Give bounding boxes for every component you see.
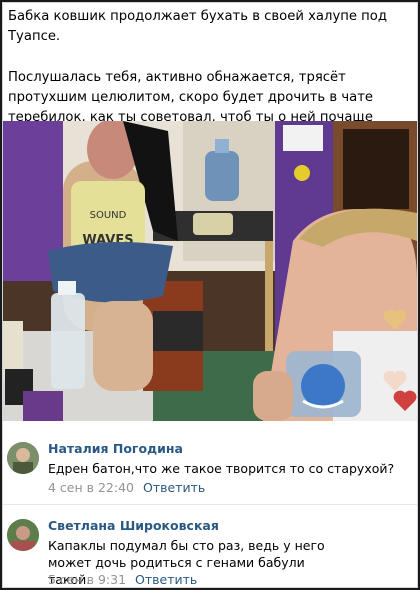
avatar[interactable] xyxy=(7,519,39,551)
shirt-text-1: SOUND xyxy=(90,210,127,221)
comment-author[interactable]: Светлана Широковская xyxy=(48,518,219,533)
reply-link[interactable]: Ответить xyxy=(143,480,205,495)
comment-text: Едрен батон,что же такое творится то со … xyxy=(48,461,395,476)
post-card: Бабка ковшик продолжает бухать в своей х… xyxy=(2,2,418,588)
comment-item: Наталия Погодина Едрен батон,что же тако… xyxy=(3,428,417,504)
comment-meta: 5 сен в 9:31 Ответить xyxy=(48,572,197,587)
post-paragraph-1: Бабка ковшик продолжает бухать в своей х… xyxy=(8,9,387,44)
comment-author[interactable]: Наталия Погодина xyxy=(48,441,183,456)
post-photo[interactable]: SOUND WAVES xyxy=(3,121,417,421)
comment-item: Светлана Широковская Капаклы подумал бы … xyxy=(3,504,417,587)
photo-scene: SOUND WAVES xyxy=(3,121,417,421)
comments-list: Наталия Погодина Едрен батон,что же тако… xyxy=(3,428,417,587)
comment-date[interactable]: 5 сен в 9:31 xyxy=(48,572,126,587)
avatar[interactable] xyxy=(7,442,39,474)
comment-meta: 4 сен в 22:40 Ответить xyxy=(48,480,205,495)
reply-link[interactable]: Ответить xyxy=(135,572,197,587)
comment-date[interactable]: 4 сен в 22:40 xyxy=(48,480,134,495)
